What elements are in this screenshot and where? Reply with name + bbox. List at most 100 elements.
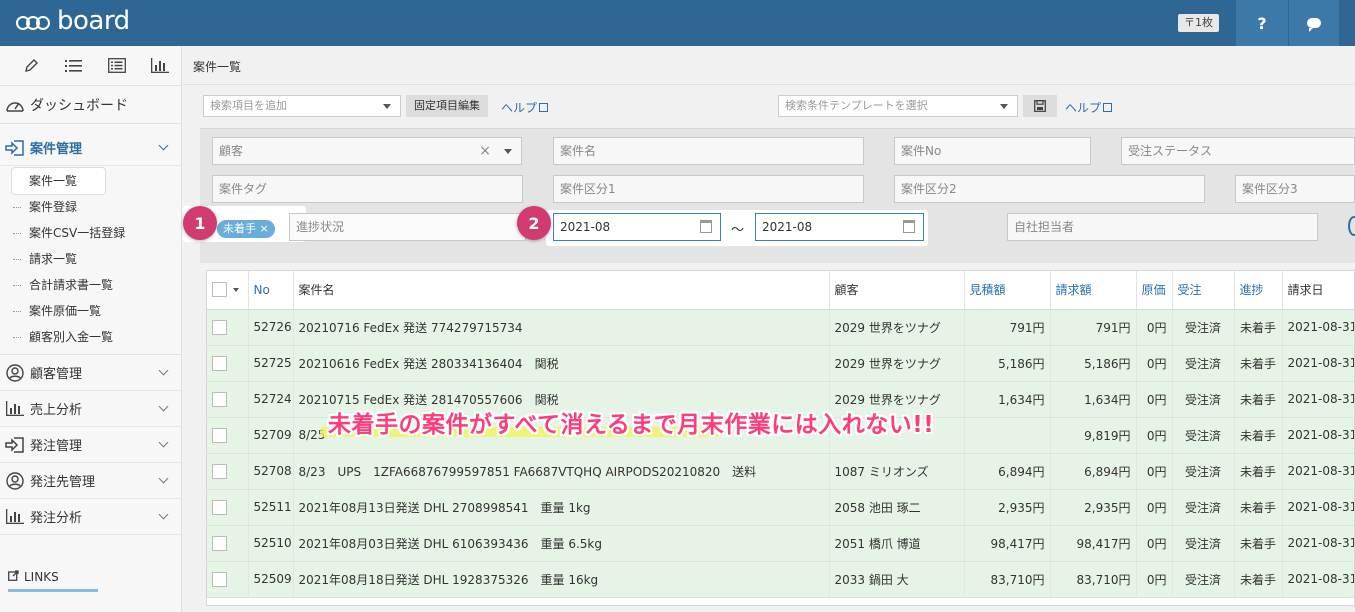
table-row[interactable]: 52509 2021年08月18日発送 DHL 1928375326 重量 16… [207,561,1354,598]
count-badge[interactable]: 〒1枚 [1178,14,1219,32]
calendar-icon[interactable] [903,220,915,233]
search-template-select[interactable]: 検索条件テンプレートを選択 [778,95,1018,117]
column-header-no[interactable]: No [248,271,294,310]
cell-invoice-date: 2021-08-31 [1282,561,1354,598]
row-checkbox[interactable] [212,571,227,587]
column-header-invoice-amount[interactable]: 請求額 [1050,271,1137,310]
cell-order: 受注済 [1172,309,1235,346]
fixed-fields-edit-button[interactable]: 固定項目編集 [406,95,488,117]
search-field-add-placeholder: 検索項目を追加 [210,99,287,112]
table-row[interactable]: 52510 2021年08月03日発送 DHL 6106393436 重量 6.… [207,525,1354,562]
nav-section-customers[interactable]: 顧客管理 [0,355,181,391]
cell-project-name[interactable]: 20210716 FedEx 発送 774279715734 [293,309,830,346]
sidebar-item-invoice-list[interactable]: 請求一覧 [0,246,181,272]
sidebar-tools [0,46,181,86]
nav-section-projects[interactable]: 案件管理 [0,130,181,166]
cell-project-name[interactable]: 8/23 UPS 1ZFA66876799597851 FA6687VTQHQ … [293,453,830,490]
column-header-cost[interactable]: 原価 [1136,271,1173,310]
row-checkbox[interactable] [212,535,227,551]
column-header-estimate[interactable]: 見積額 [964,271,1051,310]
bar-chart-icon[interactable] [138,56,181,76]
progress-status-filter[interactable]: 進捗状況 [289,213,526,241]
category2-filter[interactable]: 案件区分2 [894,175,1205,203]
save-template-button[interactable] [1023,95,1057,117]
row-checkbox[interactable] [212,319,227,335]
help-button[interactable]: ? [1236,0,1288,46]
category1-filter[interactable]: 案件区分1 [553,175,864,203]
row-select-cell[interactable] [207,453,249,490]
external-link-icon [8,570,19,584]
cell-project-name[interactable]: 2021年08月03日発送 DHL 6106393436 重量 6.5kg [293,525,830,562]
row-checkbox[interactable] [212,355,227,371]
help-link[interactable]: ヘルプ [501,99,549,116]
sidebar-item-project-list[interactable]: 案件一覧 [12,168,105,194]
template-help-link[interactable]: ヘルプ [1065,99,1113,116]
nav-section-label: 売上分析 [30,403,83,418]
nav-section-suppliers[interactable]: 発注先管理 [0,463,181,499]
date-to-input[interactable]: 2021-08 [755,213,924,241]
select-all-checkbox[interactable] [212,282,227,298]
order-status-filter[interactable]: 受注ステータス [1121,137,1355,165]
cell-customer: 2051 橋爪 博道 [829,525,965,562]
nav-section-orders[interactable]: 発注管理 [0,427,181,463]
logo[interactable]: board [16,6,130,36]
sidebar-item-project-cost-list[interactable]: 案件原価一覧 [0,298,181,324]
list-icon[interactable] [53,56,96,76]
caret-down-icon[interactable] [233,287,239,292]
assignee-filter[interactable]: 自社担当者 [1007,213,1318,241]
nav-dashboard[interactable]: ダッシュボード [0,86,181,124]
row-checkbox[interactable] [212,427,227,443]
pencil-icon[interactable] [10,56,53,76]
sidebar: ダッシュボード 案件管理 案件一覧 案件登録 案件CSV一括登録 請求一覧 合計… [0,46,182,612]
search-field-add-select[interactable]: 検索項目を追加 [203,95,401,117]
nav-section-order-analysis[interactable]: 発注分析 [0,499,181,535]
table-row[interactable]: 52511 2021年08月13日発送 DHL 2708998541 重量 1k… [207,489,1354,526]
caret-down-icon [1000,104,1008,109]
sidebar-item-total-invoice-list[interactable]: 合計請求書一覧 [0,272,181,298]
cell-invoice-amount: 791円 [1050,309,1137,346]
project-tag-filter[interactable]: 案件タグ [212,175,523,203]
nav-section-label: 発注管理 [30,439,83,454]
customer-filter[interactable]: 顧客 × [212,137,522,165]
sidebar-item-project-register[interactable]: 案件登録 [0,194,181,220]
table-row[interactable]: 52725 20210616 FedEx 発送 280334136404 関税 … [207,345,1354,382]
calendar-icon[interactable] [700,220,712,233]
row-checkbox[interactable] [212,463,227,479]
cell-no: 52724 [248,381,294,418]
row-checkbox[interactable] [212,499,227,515]
row-checkbox[interactable] [212,391,227,407]
cell-invoice-amount: 98,417円 [1050,525,1137,562]
category3-filter[interactable]: 案件区分3 [1235,175,1355,203]
cell-no: 52708 [248,453,294,490]
nav-section-sales-analysis[interactable]: 売上分析 [0,391,181,427]
date-from-input[interactable]: 2021-08 [553,213,721,241]
cell-project-name[interactable]: 2021年08月18日発送 DHL 1928375326 重量 16kg [293,561,830,598]
project-name-filter[interactable]: 案件名 [553,137,864,165]
links-item[interactable]: LINKS [8,570,59,584]
sidebar-item-customer-payment-list[interactable]: 顧客別入金一覧 [0,324,181,350]
row-select-cell[interactable] [207,417,249,454]
cell-no: 52511 [248,489,294,526]
sidebar-item-project-csv-import[interactable]: 案件CSV一括登録 [0,220,181,246]
search-icon[interactable] [1348,216,1355,236]
table-list-icon[interactable] [96,56,139,76]
row-select-cell[interactable] [207,309,249,346]
chat-button[interactable] [1289,0,1339,46]
progress-tag-chip[interactable]: 未着手 × [217,220,275,238]
row-select-cell[interactable] [207,489,249,526]
clear-icon[interactable]: × [479,138,491,164]
row-select-cell[interactable] [207,525,249,562]
row-select-cell[interactable] [207,381,249,418]
select-all-header[interactable] [207,271,249,310]
row-select-cell[interactable] [207,561,249,598]
cell-no: 52510 [248,525,294,562]
cell-project-name[interactable]: 2021年08月13日発送 DHL 2708998541 重量 1kg [293,489,830,526]
table-row[interactable]: 52708 8/23 UPS 1ZFA66876799597851 FA6687… [207,453,1354,490]
table-row[interactable]: 52726 20210716 FedEx 発送 774279715734 202… [207,309,1354,346]
column-header-progress[interactable]: 進捗 [1234,271,1283,310]
chat-icon [1307,18,1321,32]
row-select-cell[interactable] [207,345,249,382]
column-header-order[interactable]: 受注 [1172,271,1235,310]
project-no-filter[interactable]: 案件No [894,137,1091,165]
cell-project-name[interactable]: 20210616 FedEx 発送 280334136404 関税 [293,345,830,382]
